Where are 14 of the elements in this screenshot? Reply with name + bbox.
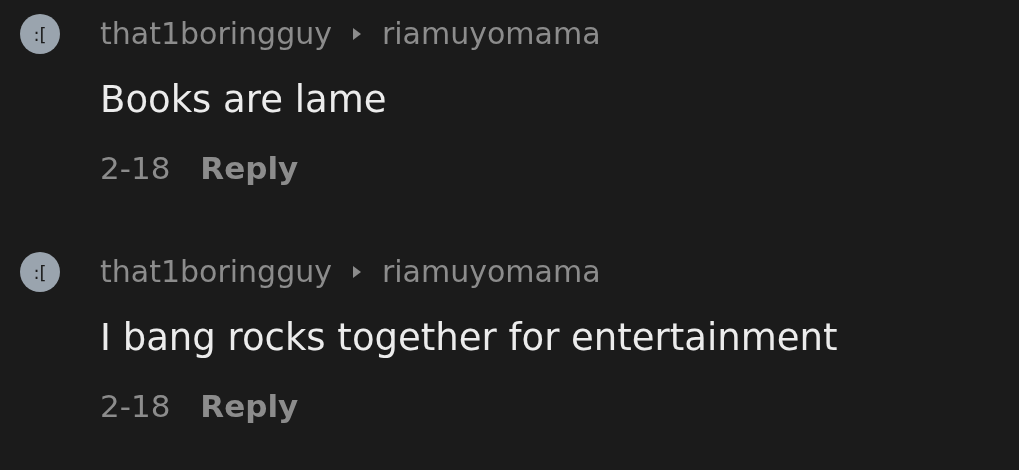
username[interactable]: that1boringguy [100, 12, 332, 56]
username[interactable]: riamuyomama [381, 250, 601, 294]
avatar[interactable]: :[ [20, 14, 60, 54]
comment-text: I bang rocks together for entertainment [100, 315, 838, 361]
username[interactable]: that1boringguy [100, 250, 332, 294]
comment-text: Books are lame [100, 77, 388, 123]
reply-link[interactable]: Reply [200, 384, 299, 428]
reply-link[interactable]: Reply [200, 146, 299, 190]
comment-date: 2-18 [100, 149, 171, 188]
username[interactable]: riamuyomama [381, 12, 601, 56]
triangle-icon [351, 27, 362, 41]
avatar[interactable]: :[ [20, 252, 60, 292]
comment-date: 2-18 [100, 387, 171, 426]
triangle-icon [351, 265, 362, 279]
